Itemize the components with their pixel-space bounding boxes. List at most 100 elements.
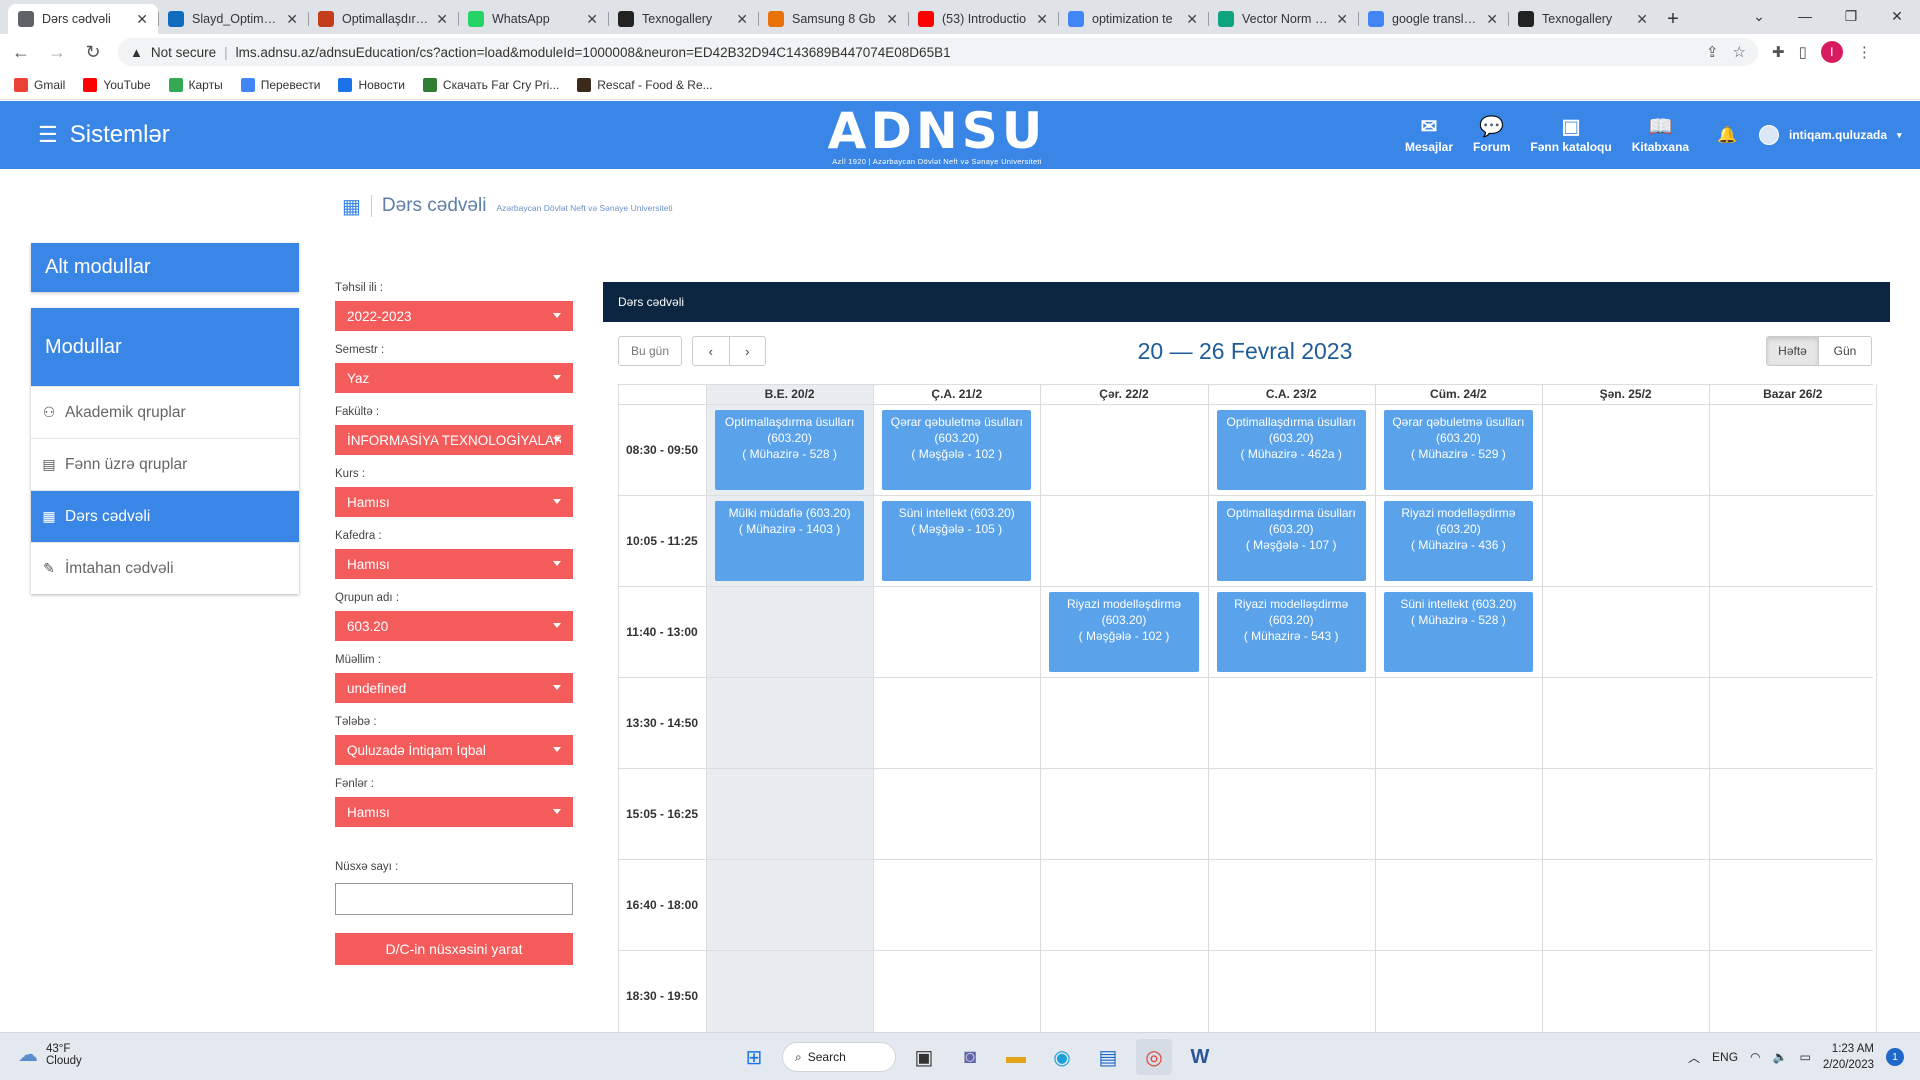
filter-select[interactable]: Hamısı (335, 797, 573, 827)
bookmark-item[interactable]: Карты (168, 77, 223, 92)
browser-tab[interactable]: Texnogallery ✕ (1508, 4, 1658, 34)
user-menu[interactable]: intiqam.quluzada ▾ (1759, 125, 1902, 145)
schedule-event[interactable]: Mülki müdafiə (603.20) ( Mühazirə - 1403 … (715, 501, 865, 581)
schedule-event[interactable]: Riyazi modelləşdirmə (603.20) ( Mühazirə … (1383, 501, 1533, 581)
sidebar-item[interactable]: ▦ Dərs cədvəli (31, 490, 299, 542)
taskbar-search[interactable]: ⌕ Search (782, 1042, 896, 1072)
filter-select[interactable]: undefined (335, 673, 573, 703)
bookmark-item[interactable]: Перевести (240, 77, 320, 92)
close-icon[interactable]: ✕ (736, 11, 748, 28)
day-view-button[interactable]: Gün (1819, 337, 1871, 365)
bookmark-item[interactable]: Скачать Far Cry Pri... (422, 77, 559, 92)
schedule-event[interactable]: Optimallaşdırma üsulları (603.20) ( Mühaz… (1216, 410, 1366, 490)
schedule-event[interactable]: Qərar qəbuletmə üsulları (603.20) ( Məşğə… (882, 410, 1032, 490)
close-icon[interactable]: ✕ (886, 11, 898, 28)
schedule-event[interactable]: Riyazi modelləşdirmə (603.20) ( Məşğələ -… (1049, 592, 1199, 672)
sidebar-item[interactable]: ✎ İmtahan cədvəli (31, 542, 299, 594)
bookmark-item[interactable]: Rescaf - Food & Re... (577, 77, 713, 92)
schedule-event[interactable]: Optimallaşdırma üsulları (603.20) ( Məşğə… (1216, 501, 1366, 581)
filter-select[interactable]: 2022-2023 (335, 301, 573, 331)
edge-icon[interactable]: ◉ (1044, 1039, 1080, 1075)
filter-select[interactable]: 603.20 (335, 611, 573, 641)
sidebar-item[interactable]: ⚇ Akademik qruplar (31, 386, 299, 438)
nav-catalog[interactable]: ▣ Fənn kataloqu (1530, 116, 1611, 154)
systems-menu-button[interactable]: ☰ Sistemlər (38, 101, 170, 169)
browser-tab[interactable]: (53) Introductio ✕ (908, 4, 1058, 34)
browser-tab[interactable]: WhatsApp ✕ (458, 4, 608, 34)
bell-icon[interactable]: 🔔 (1717, 125, 1737, 145)
back-icon[interactable]: ← (6, 37, 36, 67)
close-icon[interactable]: ✕ (1636, 11, 1648, 28)
wifi-icon[interactable]: ◠ (1750, 1050, 1760, 1064)
next-week-button[interactable]: › (730, 337, 766, 365)
forward-icon[interactable]: → (42, 37, 72, 67)
schedule-event[interactable]: Süni intellekt (603.20) ( Məşğələ - 105 ) (882, 501, 1032, 581)
task-view-icon[interactable]: ▣ (906, 1039, 942, 1075)
nav-library[interactable]: 📖 Kitabxana (1632, 116, 1689, 154)
filter-select[interactable]: Quluzadə İntiqam İqbal (335, 735, 573, 765)
browser-tab[interactable]: Samsung 8 Gb ✕ (758, 4, 908, 34)
store-icon[interactable]: ▤ (1090, 1039, 1126, 1075)
close-icon[interactable]: ✕ (1336, 11, 1348, 28)
today-button[interactable]: Bu gün (618, 336, 682, 366)
browser-menu-icon[interactable]: ⋮ (1857, 43, 1872, 61)
browser-tab[interactable]: Optimallaşdırma ✕ (308, 4, 458, 34)
browser-tab[interactable]: optimization te ✕ (1058, 4, 1208, 34)
bookmark-star-icon[interactable]: ☆ (1733, 43, 1746, 61)
reload-icon[interactable]: ↻ (78, 37, 108, 67)
filter-select[interactable]: Hamısı (335, 487, 573, 517)
battery-icon[interactable]: ▭ (1799, 1050, 1810, 1064)
copies-input[interactable] (335, 883, 573, 915)
sidebar-item[interactable]: ▤ Fənn üzrə qruplar (31, 438, 299, 490)
file-explorer-icon[interactable]: ▬ (998, 1039, 1034, 1075)
new-tab-button[interactable]: + (1658, 4, 1688, 34)
url-text[interactable]: lms.adnsu.az/adnsuEducation/cs?action=lo… (236, 45, 951, 60)
bookmark-item[interactable]: YouTube (83, 77, 151, 92)
windows-start-icon[interactable]: ⊞ (736, 1039, 772, 1075)
notification-badge[interactable]: 1 (1886, 1048, 1904, 1066)
prev-week-button[interactable]: ‹ (693, 337, 730, 365)
language-indicator[interactable]: ENG (1712, 1050, 1738, 1064)
schedule-event[interactable]: Riyazi modelləşdirmə (603.20) ( Mühazirə … (1216, 592, 1366, 672)
schedule-event[interactable]: Qərar qəbuletmə üsulları (603.20) ( Mühaz… (1383, 410, 1533, 490)
close-icon[interactable]: ✕ (436, 11, 448, 28)
side-panel-icon[interactable]: ▯ (1799, 43, 1807, 61)
generate-copy-button[interactable]: D/C-in nüsxəsini yarat (335, 933, 573, 965)
close-icon[interactable]: ✕ (586, 11, 598, 28)
minimize-icon[interactable]: — (1782, 0, 1828, 32)
nav-messages[interactable]: ✉ Mesajlar (1405, 116, 1453, 154)
tray-chevron-up-icon[interactable]: ︿ (1688, 1049, 1700, 1066)
volume-icon[interactable]: 🔈 (1773, 1050, 1788, 1064)
bookmark-item[interactable]: Gmail (14, 77, 65, 92)
bookmark-item[interactable]: Новости (338, 77, 405, 92)
clock[interactable]: 1:23 AM 2/20/2023 (1823, 1041, 1874, 1073)
profile-avatar[interactable]: I (1820, 41, 1843, 63)
browser-tab[interactable]: Texnogallery ✕ (608, 4, 758, 34)
restore-icon[interactable]: ❐ (1828, 0, 1874, 32)
url-omnibox[interactable]: ▲ Not secure | lms.adnsu.az/adnsuEducati… (118, 38, 1758, 66)
browser-tab[interactable]: google translate ✕ (1358, 4, 1508, 34)
close-icon[interactable]: ✕ (1186, 11, 1198, 28)
extensions-icon[interactable]: ✚ (1772, 43, 1785, 61)
filter-select[interactable]: Yaz (335, 363, 573, 393)
schedule-event[interactable]: Optimallaşdırma üsulları (603.20) ( Mühaz… (715, 410, 865, 490)
close-icon[interactable]: ✕ (1486, 11, 1498, 28)
close-icon[interactable]: ✕ (136, 11, 148, 28)
close-icon[interactable]: ✕ (1036, 11, 1048, 28)
alt-modules-header[interactable]: Alt modullar (31, 243, 299, 292)
week-view-button[interactable]: Həftə (1767, 337, 1819, 365)
share-icon[interactable]: ⇪ (1706, 43, 1719, 61)
chrome-icon[interactable]: ◎ (1136, 1039, 1172, 1075)
close-window-icon[interactable]: ✕ (1874, 0, 1920, 32)
browser-tab[interactable]: Vector Norm Ca ✕ (1208, 4, 1358, 34)
modules-header[interactable]: Modullar (31, 308, 299, 386)
filter-select[interactable]: Hamısı (335, 549, 573, 579)
nav-forum[interactable]: 💬 Forum (1473, 116, 1510, 154)
weather-widget[interactable]: ☁ 43°F Cloudy (18, 1042, 82, 1067)
word-icon[interactable]: W (1182, 1039, 1218, 1075)
filter-select[interactable]: İNFORMASİYA TEXNOLOGİYALARI (335, 425, 573, 455)
browser-tab[interactable]: Dərs cədvəli ✕ (8, 4, 158, 34)
teams-chat-icon[interactable]: ◙ (952, 1039, 988, 1075)
browser-tab[interactable]: Slayd_Optimal_2 ✕ (158, 4, 308, 34)
adnsu-logo[interactable]: ADNSU Azİl 1920 | Azərbaycan Dövlət Neft… (812, 106, 1062, 166)
